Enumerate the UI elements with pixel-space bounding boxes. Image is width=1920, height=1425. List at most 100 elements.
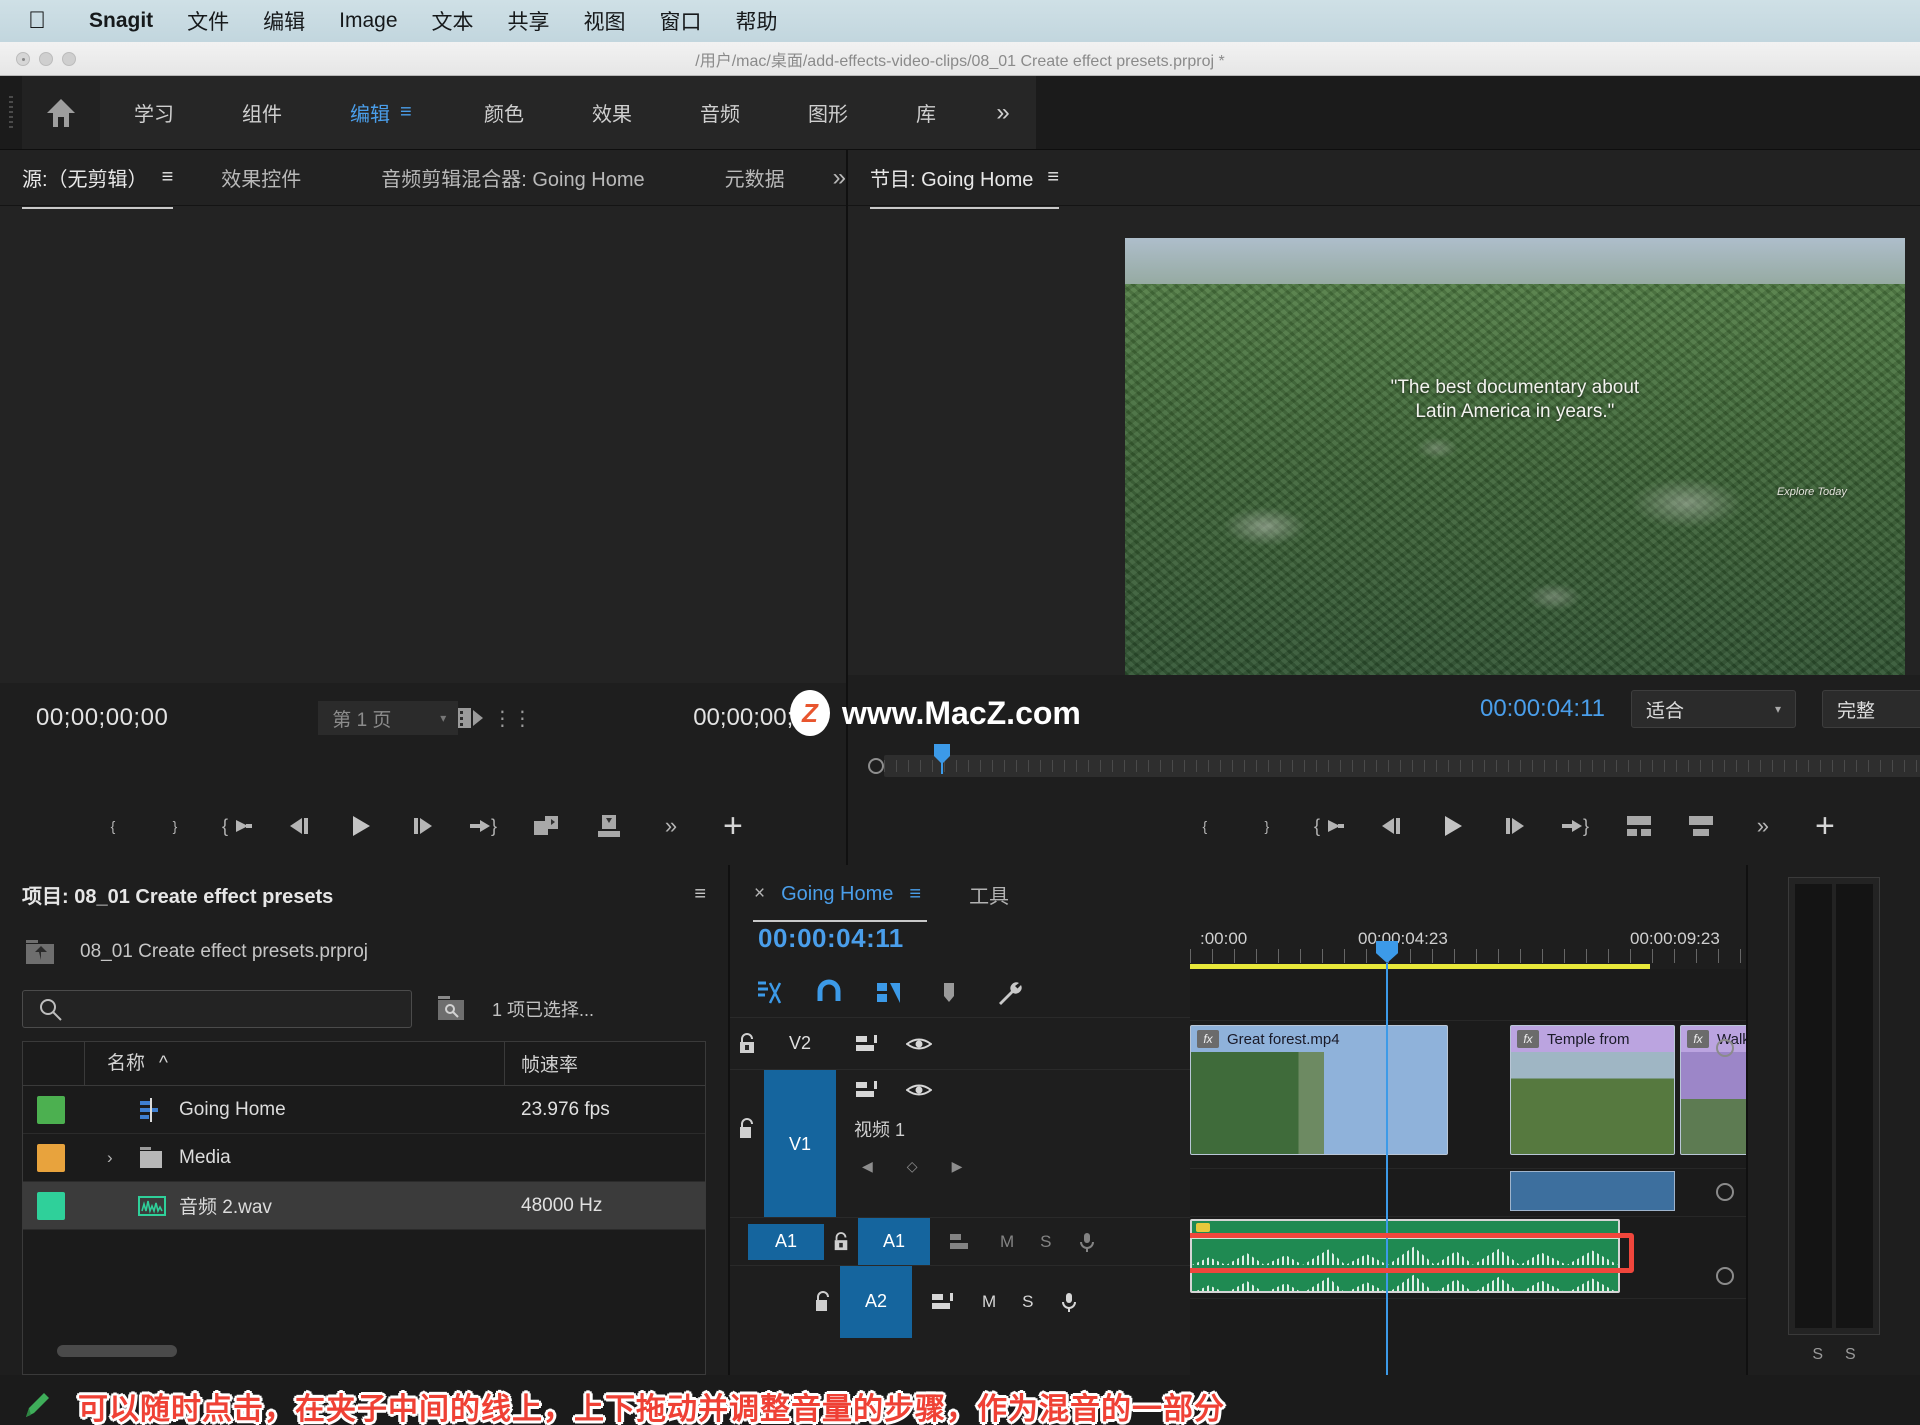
minimize-window-button[interactable]	[39, 52, 53, 66]
linked-selection-icon[interactable]	[874, 979, 904, 1007]
program-scrub-bar[interactable]	[848, 744, 1920, 788]
scrub-playhead[interactable]	[932, 744, 952, 774]
program-button-editor-add[interactable]: +	[1794, 803, 1856, 849]
menu-item-window[interactable]: 窗口	[643, 6, 719, 36]
timeline-track-row-a1[interactable]	[1190, 1169, 1746, 1217]
expand-chevron-icon[interactable]: ›	[107, 1148, 125, 1168]
mute-track-button[interactable]: M	[1000, 1232, 1014, 1252]
source-panel-menu-icon[interactable]: ≡	[162, 166, 174, 189]
workspace-overflow-button[interactable]: »	[970, 99, 1036, 127]
timeline-ruler[interactable]: :00:00 00:00:04:23 00:00:09:23	[1190, 923, 1746, 969]
tab-editing[interactable]: 编辑 ≡	[316, 76, 450, 149]
source-monitor-viewport[interactable]	[0, 206, 846, 683]
program-video-frame[interactable]: "The best documentary about Latin Americ…	[1125, 238, 1905, 675]
timeline-clip[interactable]	[1510, 1171, 1675, 1211]
menu-item-share[interactable]: 共享	[491, 6, 567, 36]
film-strip-icon[interactable]: ⋮⋮	[458, 706, 532, 731]
table-row[interactable]: Going Home 23.976 fps	[23, 1086, 705, 1134]
tab-learn[interactable]: 学习	[100, 76, 208, 149]
timeline-clip[interactable]: fx Great forest.mp4	[1190, 1025, 1448, 1155]
track-name-v2[interactable]: V2	[764, 1018, 836, 1069]
project-panel-menu-icon[interactable]: ≡	[694, 883, 706, 906]
track-header-a2[interactable]: A2 M S	[730, 1265, 1190, 1337]
insert-button[interactable]	[516, 803, 578, 849]
panel-grip[interactable]	[0, 76, 22, 149]
menu-item-help[interactable]: 帮助	[719, 6, 795, 36]
lock-toggle-a1[interactable]	[824, 1232, 858, 1252]
timeline-clip[interactable]: fx Walk	[1680, 1025, 1746, 1155]
tab-tools[interactable]: 工具	[969, 880, 1009, 909]
timeline-tracks-area[interactable]: :00:00 00:00:04:23 00:00:09:23 fx Grea	[1190, 923, 1746, 1375]
timeline-vertical-scroll-handle-bottom[interactable]	[1716, 1267, 1734, 1285]
bin-horizontal-scrollbar[interactable]	[23, 1328, 705, 1374]
timeline-track-row-v2[interactable]	[1190, 969, 1746, 1021]
program-panel-menu-icon[interactable]: ≡	[1047, 166, 1059, 189]
source-current-timecode[interactable]: 00;00;00;00	[36, 704, 168, 732]
mark-out-button[interactable]: }	[144, 803, 206, 849]
go-to-out-button[interactable]: }	[454, 803, 516, 849]
lift-button[interactable]	[1608, 803, 1670, 849]
tab-libraries[interactable]: 库	[882, 76, 970, 149]
home-button[interactable]	[22, 76, 100, 149]
go-to-in-button[interactable]: {	[206, 803, 268, 849]
menu-item-view[interactable]: 视图	[567, 6, 643, 36]
tab-assembly[interactable]: 组件	[208, 76, 316, 149]
button-editor-add[interactable]: +	[702, 803, 764, 849]
search-input[interactable]	[22, 990, 412, 1028]
timeline-track-row-v1[interactable]: fx Great forest.mp4 fx Temple from	[1190, 1021, 1746, 1169]
find-in-bin-icon[interactable]	[434, 994, 470, 1024]
timeline-playhead-timecode[interactable]: 00:00:04:11	[730, 923, 1190, 969]
source-patch-a1[interactable]: A1	[748, 1224, 824, 1260]
playback-resolution-select[interactable]: 完整 ▾	[1822, 690, 1920, 728]
sync-lock-icon[interactable]	[854, 1080, 880, 1100]
solo-track-button[interactable]: S	[1040, 1232, 1051, 1252]
snap-icon[interactable]	[754, 979, 784, 1007]
program-step-forward-button[interactable]	[1484, 803, 1546, 849]
source-tabs-overflow[interactable]: »	[833, 164, 846, 192]
tab-source[interactable]: 源:（无剪辑） ≡	[22, 163, 173, 192]
tab-audio[interactable]: 音频	[666, 76, 774, 149]
timeline-clip[interactable]: fx Temple from	[1510, 1025, 1675, 1155]
program-current-timecode[interactable]: 00:00:04:11	[1480, 695, 1605, 723]
overwrite-button[interactable]	[578, 803, 640, 849]
project-breadcrumb[interactable]: 08_01 Create effect presets.prproj	[0, 923, 728, 981]
tab-metadata[interactable]: 元数据	[725, 163, 785, 192]
timeline-panel-menu-icon[interactable]: ≡	[909, 883, 921, 906]
tab-audio-clip-mixer[interactable]: 音频剪辑混合器: Going Home	[381, 163, 644, 192]
scrollbar-thumb[interactable]	[57, 1345, 177, 1357]
lock-toggle-v2[interactable]	[730, 1033, 764, 1055]
menu-item-text[interactable]: 文本	[415, 6, 491, 36]
sync-lock-icon[interactable]	[854, 1034, 880, 1054]
audio-waveform-toggle-icon[interactable]: ⋮⋮	[492, 706, 532, 731]
close-window-button[interactable]	[16, 52, 30, 66]
bin-col-name-header[interactable]: 名称 ^	[85, 1042, 505, 1085]
solo-track-button[interactable]: S	[1022, 1292, 1033, 1312]
track-visibility-eye-icon[interactable]	[906, 1035, 932, 1053]
tab-menu-icon[interactable]: ≡	[400, 101, 416, 124]
bin-col-framerate-header[interactable]: 帧速率	[505, 1050, 705, 1077]
tab-graphics[interactable]: 图形	[774, 76, 882, 149]
program-monitor-viewport[interactable]: "The best documentary about Latin Americ…	[848, 206, 1920, 675]
program-go-to-out-button[interactable]: }	[1546, 803, 1608, 849]
add-keyframe-icon[interactable]: ◇	[907, 1158, 918, 1175]
source-transport-overflow[interactable]: »	[640, 803, 702, 849]
track-name-a2[interactable]: A2	[840, 1266, 912, 1338]
play-button[interactable]	[330, 803, 392, 849]
tab-program[interactable]: 节目: Going Home ≡	[870, 163, 1059, 192]
step-back-button[interactable]	[268, 803, 330, 849]
mute-track-button[interactable]: M	[982, 1292, 996, 1312]
table-row[interactable]: › Media	[23, 1134, 705, 1182]
sync-lock-icon[interactable]	[948, 1232, 974, 1252]
next-keyframe-icon[interactable]: ▶	[952, 1158, 963, 1175]
sync-lock-icon[interactable]	[930, 1292, 956, 1312]
program-mark-in-button[interactable]: {	[1174, 803, 1236, 849]
navigate-up-icon[interactable]	[24, 938, 58, 966]
mic-icon[interactable]	[1060, 1291, 1078, 1313]
chevron-down-icon[interactable]: ▾	[440, 711, 446, 725]
track-header-v1[interactable]: V1 视频 1 ◀ ◇	[730, 1069, 1190, 1217]
marker-icon[interactable]	[934, 979, 964, 1007]
source-duration-timecode[interactable]: 00;00;00;00	[693, 704, 820, 732]
program-play-button[interactable]	[1422, 803, 1484, 849]
table-row[interactable]: 音频 2.wav 48000 Hz	[23, 1182, 705, 1230]
tab-effect-controls[interactable]: 效果控件	[221, 163, 301, 192]
